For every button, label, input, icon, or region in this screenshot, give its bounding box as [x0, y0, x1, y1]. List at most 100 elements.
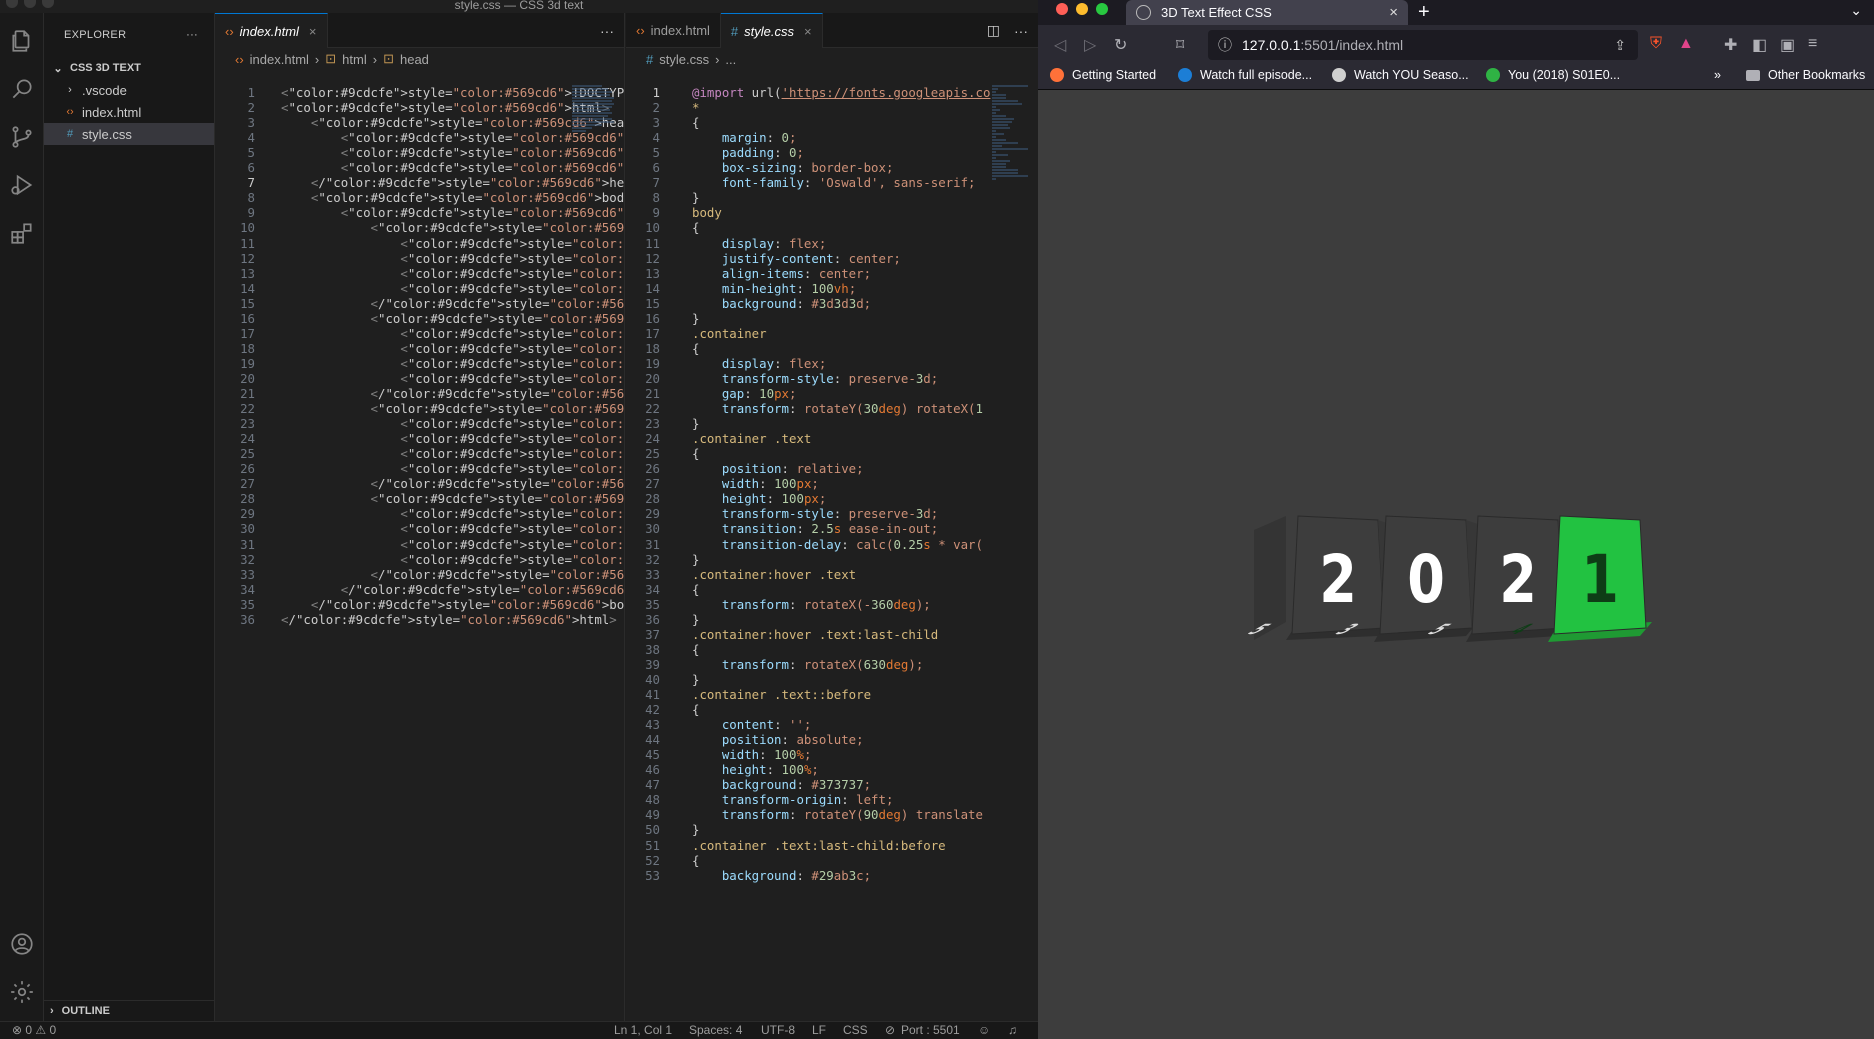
left-tab-bar: ‹› index.html × ···: [215, 13, 624, 48]
html-file-icon: ‹›: [66, 106, 74, 118]
element-icon: ⊡: [325, 51, 337, 66]
breadcrumb-item[interactable]: index.html: [250, 52, 309, 67]
settings-gear-icon[interactable]: [6, 976, 38, 1008]
chevron-right-icon: ›: [68, 84, 72, 96]
bookmark-icon[interactable]: ⌑: [1176, 35, 1184, 55]
tree-item-style-css[interactable]: # style.css: [44, 123, 214, 145]
explorer-header: EXPLORER ···: [44, 13, 214, 57]
chevron-down-icon: ⌄: [53, 62, 63, 75]
extensions-icon[interactable]: [6, 217, 38, 249]
close-tab-icon[interactable]: ×: [804, 24, 812, 39]
breadcrumb-item[interactable]: style.css: [659, 52, 709, 67]
split-editor-icon[interactable]: ◫: [987, 22, 1000, 39]
html-file-icon: ‹›: [636, 23, 645, 38]
code-line[interactable]: 36 </"color:#9cdcfe">style="color:#569cd6…: [215, 611, 624, 629]
run-debug-icon[interactable]: [6, 169, 38, 201]
live-server-port[interactable]: Port : 5501: [901, 1023, 960, 1037]
brave-rewards-icon[interactable]: ▲: [1678, 35, 1694, 53]
share-icon[interactable]: ⇪: [1614, 37, 1626, 54]
more-actions-icon[interactable]: ···: [186, 29, 198, 41]
source-control-icon[interactable]: [6, 121, 38, 153]
menu-icon[interactable]: ≡: [1808, 35, 1817, 53]
status-bar: ⊗ 0 ⚠ 0 Ln 1, Col 1 Spaces: 4 UTF-8 LF C…: [0, 1021, 1038, 1039]
url-path: :5501/index.html: [1300, 37, 1404, 53]
zoom-window-button[interactable]: [1096, 3, 1108, 15]
url-host: 127.0.0.1: [1242, 37, 1301, 53]
tab-index-html[interactable]: ‹› index.html: [626, 13, 721, 48]
more-actions-icon[interactable]: ···: [600, 23, 614, 39]
back-icon[interactable]: ◁: [1054, 35, 1066, 55]
files-icon[interactable]: [6, 25, 38, 57]
search-icon[interactable]: [6, 73, 38, 105]
right-editor-group: ‹› index.html # style.css × ◫ ··· # styl…: [626, 13, 1038, 1021]
more-actions-icon[interactable]: ···: [1014, 23, 1028, 39]
bookmark-label: Watch YOU Seaso...: [1354, 68, 1469, 82]
other-bookmarks-folder[interactable]: Other Bookmarks: [1746, 68, 1865, 82]
css-file-icon: #: [730, 23, 739, 39]
brave-shields-icon[interactable]: ⛨: [1650, 35, 1662, 53]
overflow-label: »: [1714, 68, 1721, 82]
minimap[interactable]: [572, 84, 616, 164]
project-name: CSS 3D TEXT: [70, 62, 141, 74]
web-page-viewport: 25032514: [1038, 90, 1874, 1039]
feedback-icon[interactable]: ☺: [978, 1023, 990, 1037]
digit-label: 0: [1407, 542, 1445, 619]
wallet-icon[interactable]: ▣: [1780, 35, 1795, 55]
breadcrumb-item[interactable]: html: [342, 52, 367, 67]
browser-tab-title: 3D Text Effect CSS: [1161, 5, 1272, 20]
project-folder[interactable]: ⌄ CSS 3D TEXT: [44, 57, 214, 79]
bookmark-label: Watch full episode...: [1200, 68, 1313, 82]
explorer-sidebar: EXPLORER ··· ⌄ CSS 3D TEXT › .vscode ‹› …: [44, 13, 215, 1021]
reload-icon[interactable]: ↻: [1114, 35, 1127, 55]
address-bar[interactable]: ⓘ 127.0.0.1:5501/index.html ⇪: [1208, 30, 1638, 60]
html-file-icon: ‹›: [235, 51, 244, 67]
tab-style-css[interactable]: # style.css ×: [720, 13, 823, 48]
forward-icon[interactable]: ▷: [1084, 35, 1096, 55]
chevron-right-icon: ›: [50, 1005, 54, 1017]
globe-icon: [1136, 5, 1151, 20]
indentation[interactable]: Spaces: 4: [689, 1023, 742, 1037]
close-tab-icon[interactable]: ×: [309, 24, 317, 39]
minimap[interactable]: [992, 84, 1030, 224]
browser-tab[interactable]: 3D Text Effect CSS ×: [1126, 0, 1408, 25]
line-text: background: #29ab3c;: [721, 867, 872, 883]
chevron-down-icon[interactable]: ⌄: [1850, 2, 1862, 19]
3d-text-scene[interactable]: 25032514: [1246, 510, 1716, 730]
bookmark-watch-full-episode[interactable]: Watch full episode...: [1178, 68, 1312, 82]
code-area[interactable]: 1<"color:#9cdcfe">style="color:#569cd6">…: [215, 84, 624, 1021]
close-window-button[interactable]: [1056, 3, 1068, 15]
end-of-line[interactable]: LF: [812, 1023, 826, 1037]
line-text: </"color:#9cdcfe">style="color:#569cd6">…: [281, 611, 617, 627]
folder-icon: [1746, 69, 1760, 81]
globe-icon: [1332, 68, 1346, 82]
tree-item-label: index.html: [82, 104, 142, 120]
close-tab-icon[interactable]: ×: [1389, 4, 1398, 21]
problems-indicator[interactable]: ⊗ 0 ⚠ 0: [12, 1023, 56, 1037]
tab-index-html[interactable]: ‹› index.html ×: [215, 13, 328, 48]
notifications-bell-icon[interactable]: ♫: [1008, 1023, 1017, 1037]
outline-section[interactable]: › OUTLINE: [44, 1000, 214, 1021]
breadcrumb-item[interactable]: head: [400, 52, 429, 67]
language-mode[interactable]: CSS: [843, 1023, 868, 1037]
code-area[interactable]: 1 @import url('https://fonts.googleapis.c…: [626, 84, 1038, 1021]
sidebar-icon[interactable]: ◧: [1752, 35, 1767, 55]
bookmark-label: You (2018) S01E0...: [1508, 68, 1621, 82]
tree-item-vscode[interactable]: › .vscode: [44, 79, 214, 101]
accounts-icon[interactable]: [6, 928, 38, 960]
extensions-icon[interactable]: ✚: [1724, 35, 1737, 55]
css-file-icon: #: [66, 128, 74, 140]
bookmark-you-2018[interactable]: You (2018) S01E0...: [1486, 68, 1620, 82]
digit-label: 1: [1581, 542, 1619, 619]
tree-item-index-html[interactable]: ‹› index.html: [44, 101, 214, 123]
cursor-position[interactable]: Ln 1, Col 1: [614, 1023, 672, 1037]
encoding[interactable]: UTF-8: [761, 1023, 795, 1037]
bookmark-getting-started[interactable]: Getting Started: [1050, 68, 1156, 82]
site-info-icon[interactable]: ⓘ: [1218, 35, 1232, 55]
live-server-icon: ⊘: [885, 1023, 896, 1037]
code-line[interactable]: 53 background: #29ab3c;: [626, 867, 1038, 885]
minimize-window-button[interactable]: [1076, 3, 1088, 15]
bookmarks-overflow-button[interactable]: »: [1714, 68, 1721, 82]
breadcrumb-item[interactable]: ...: [725, 52, 736, 67]
bookmark-watch-you-season[interactable]: Watch YOU Seaso...: [1332, 68, 1469, 82]
new-tab-button[interactable]: +: [1418, 0, 1430, 25]
